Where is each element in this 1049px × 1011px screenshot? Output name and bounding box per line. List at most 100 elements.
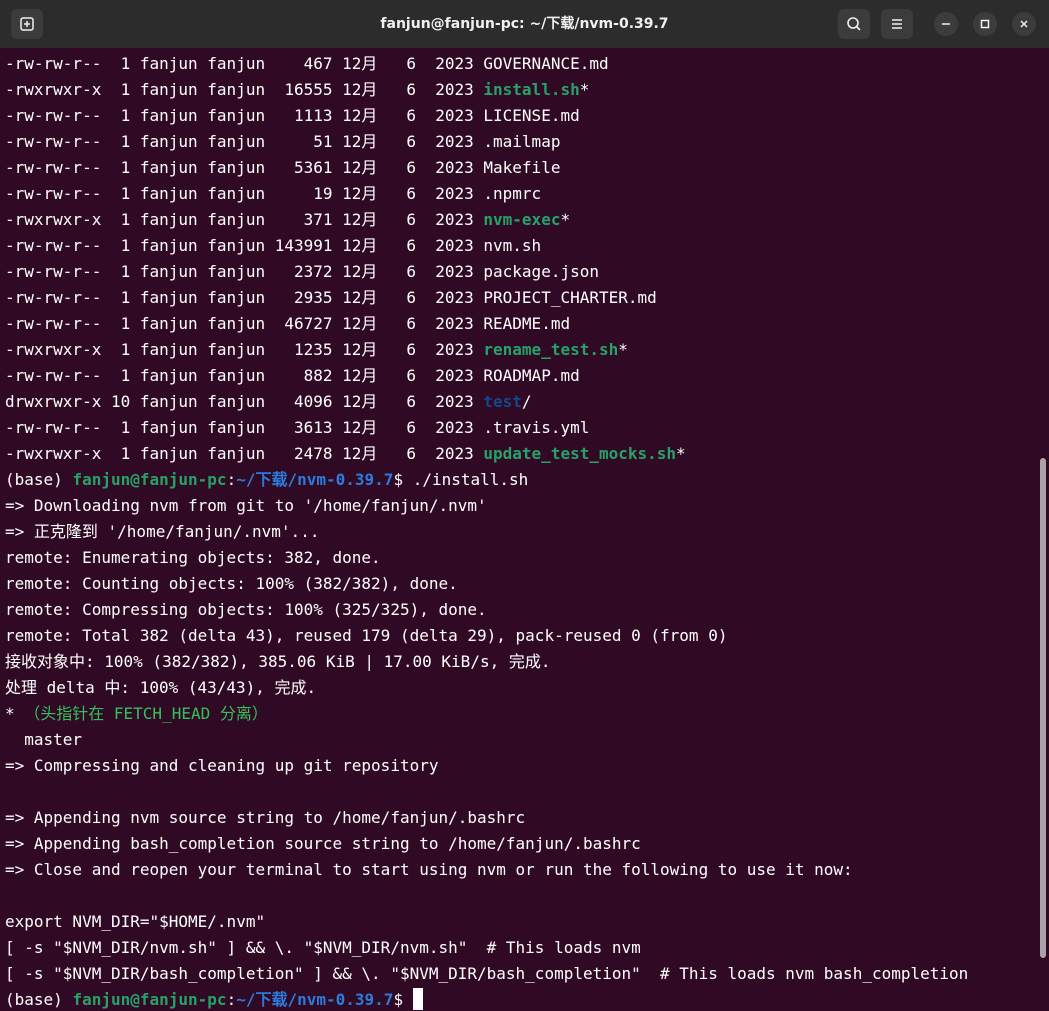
output-line: export NVM_DIR="$HOME/.nvm": [5, 909, 265, 935]
exec-marker: *: [676, 444, 686, 463]
listing-row: -rw-rw-r-- 1 fanjun fanjun 5361 12月 6 20…: [5, 155, 560, 181]
file-name: .npmrc: [483, 184, 542, 203]
listing-meta: -rw-rw-r-- 1 fanjun fanjun 2372 12月 6 20…: [5, 262, 484, 281]
listing-meta: -rw-rw-r-- 1 fanjun fanjun 19 12月 6 2023: [5, 184, 484, 203]
output-text: 接收对象中: 100% (382/382), 385.06 KiB | 17.0…: [5, 652, 551, 671]
terminal-output[interactable]: -rw-rw-r-- 1 fanjun fanjun 467 12月 6 202…: [0, 48, 1049, 1011]
search-icon: [847, 17, 861, 31]
minimize-button[interactable]: [934, 12, 958, 36]
listing-row: drwxrwxr-x 10 fanjun fanjun 4096 12月 6 2…: [5, 389, 532, 415]
maximize-icon: [980, 19, 990, 29]
listing-meta: -rw-rw-r-- 1 fanjun fanjun 51 12月 6 2023: [5, 132, 484, 151]
file-name: GOVERNANCE.md: [483, 54, 609, 73]
output-text: [ -s "$NVM_DIR/bash_completion" ] && \. …: [5, 964, 969, 983]
listing-row: -rw-rw-r-- 1 fanjun fanjun 19 12月 6 2023…: [5, 181, 541, 207]
listing-row: -rw-rw-r-- 1 fanjun fanjun 2935 12月 6 20…: [5, 285, 657, 311]
output-text: => 正克隆到 '/home/fanjun/.nvm'...: [5, 522, 320, 541]
output-text: remote: Total 382 (delta 43), reused 179…: [5, 626, 728, 645]
listing-meta: -rw-rw-r-- 1 fanjun fanjun 46727 12月 6 2…: [5, 314, 484, 333]
output-text: remote: Compressing objects: 100% (325/3…: [5, 600, 487, 619]
prompt-env: (base): [5, 990, 73, 1009]
file-name: PROJECT_CHARTER.md: [483, 288, 657, 307]
listing-meta: -rw-rw-r-- 1 fanjun fanjun 1113 12月 6 20…: [5, 106, 484, 125]
exec-marker: *: [618, 340, 628, 359]
listing-meta: -rw-rw-r-- 1 fanjun fanjun 2935 12月 6 20…: [5, 288, 484, 307]
output-text: => Appending bash_completion source stri…: [5, 834, 641, 853]
listing-meta: -rwxrwxr-x 1 fanjun fanjun 16555 12月 6 2…: [5, 80, 484, 99]
output-line: remote: Compressing objects: 100% (325/3…: [5, 597, 487, 623]
listing-row: -rw-rw-r-- 1 fanjun fanjun 143991 12月 6 …: [5, 233, 541, 259]
terminal-window: fanjun@fanjun-pc: ~/下载/nvm-0.39.7 -rw-rw…: [0, 0, 1049, 1011]
prompt-env: (base): [5, 470, 73, 489]
command-text: ./install.sh: [412, 470, 529, 489]
dir-marker: /: [521, 392, 532, 411]
file-name: rename_test.sh: [483, 340, 619, 359]
hamburger-menu-icon: [892, 19, 902, 29]
output-text: remote: Counting objects: 100% (382/382)…: [5, 574, 458, 593]
prompt-dollar: $: [393, 470, 413, 489]
output-line: => Downloading nvm from git to '/home/fa…: [5, 493, 487, 519]
output-line: 处理 delta 中: 100% (43/43), 完成.: [5, 675, 316, 701]
file-name: nvm.sh: [483, 236, 542, 255]
prompt-path: ~/下载/nvm-0.39.7: [236, 470, 394, 489]
detached-head-text: （头指针在 FETCH_HEAD 分离）: [24, 704, 268, 723]
file-name: .mailmap: [483, 132, 561, 151]
file-name: package.json: [483, 262, 599, 281]
listing-row: -rw-rw-r-- 1 fanjun fanjun 467 12月 6 202…: [5, 51, 609, 77]
output-text: master: [5, 730, 83, 749]
close-icon: [1020, 20, 1028, 28]
prompt-colon: :: [226, 990, 237, 1009]
listing-row: -rw-rw-r-- 1 fanjun fanjun 51 12月 6 2023…: [5, 129, 560, 155]
file-name: test: [483, 392, 522, 411]
file-name: Makefile: [483, 158, 561, 177]
output-line: => 正克隆到 '/home/fanjun/.nvm'...: [5, 519, 319, 545]
file-name: nvm-exec: [483, 210, 561, 229]
output-line: remote: Counting objects: 100% (382/382)…: [5, 571, 458, 597]
listing-meta: -rw-rw-r-- 1 fanjun fanjun 5361 12月 6 20…: [5, 158, 484, 177]
listing-row: -rwxrwxr-x 1 fanjun fanjun 1235 12月 6 20…: [5, 337, 628, 363]
output-text: => Compressing and cleaning up git repos…: [5, 756, 439, 775]
maximize-button[interactable]: [973, 12, 997, 36]
listing-row: -rw-rw-r-- 1 fanjun fanjun 2372 12月 6 20…: [5, 259, 599, 285]
listing-row: -rw-rw-r-- 1 fanjun fanjun 882 12月 6 202…: [5, 363, 580, 389]
output-text: [ -s "$NVM_DIR/nvm.sh" ] && \. "$NVM_DIR…: [5, 938, 641, 957]
output-line: * （头指针在 FETCH_HEAD 分离）: [5, 701, 268, 727]
exec-marker: *: [579, 80, 590, 99]
file-name: update_test_mocks.sh: [483, 444, 677, 463]
output-line: [ -s "$NVM_DIR/bash_completion" ] && \. …: [5, 961, 968, 987]
listing-meta: -rw-rw-r-- 1 fanjun fanjun 3613 12月 6 20…: [5, 418, 484, 437]
search-button[interactable]: [838, 9, 870, 39]
text-cursor[interactable]: [412, 988, 423, 1010]
prompt-dollar: $: [393, 990, 413, 1009]
file-name: ROADMAP.md: [483, 366, 580, 385]
output-text: 处理 delta 中: 100% (43/43), 完成.: [5, 678, 317, 697]
current-prompt: (base) fanjun@fanjun-pc:~/下载/nvm-0.39.7$: [5, 987, 423, 1011]
listing-meta: -rw-rw-r-- 1 fanjun fanjun 143991 12月 6 …: [5, 236, 484, 255]
file-name: .travis.yml: [483, 418, 590, 437]
output-line: => Appending bash_completion source stri…: [5, 831, 641, 857]
output-line: master: [5, 727, 82, 753]
listing-meta: -rwxrwxr-x 1 fanjun fanjun 371 12月 6 202…: [5, 210, 484, 229]
menu-button[interactable]: [881, 9, 913, 39]
command-line: (base) fanjun@fanjun-pc:~/下载/nvm-0.39.7$…: [5, 467, 528, 493]
terminal-scrollbar[interactable]: [1040, 458, 1046, 958]
listing-row: -rwxrwxr-x 1 fanjun fanjun 16555 12月 6 2…: [5, 77, 589, 103]
prompt-user-host: fanjun@fanjun-pc: [72, 990, 227, 1009]
minimize-icon: [942, 23, 950, 25]
close-button[interactable]: [1012, 12, 1036, 36]
output-text: => Downloading nvm from git to '/home/fa…: [5, 496, 487, 515]
output-line: 接收对象中: 100% (382/382), 385.06 KiB | 17.0…: [5, 649, 550, 675]
title-bar[interactable]: fanjun@fanjun-pc: ~/下载/nvm-0.39.7: [0, 0, 1049, 48]
listing-row: -rw-rw-r-- 1 fanjun fanjun 3613 12月 6 20…: [5, 415, 589, 441]
listing-row: -rwxrwxr-x 1 fanjun fanjun 2478 12月 6 20…: [5, 441, 686, 467]
output-text: => Close and reopen your terminal to sta…: [5, 860, 853, 879]
prompt-colon: :: [226, 470, 237, 489]
output-line: => Compressing and cleaning up git repos…: [5, 753, 438, 779]
file-name: README.md: [483, 314, 571, 333]
prompt-path: ~/下载/nvm-0.39.7: [236, 990, 394, 1009]
output-text: => Appending nvm source string to /home/…: [5, 808, 526, 827]
output-text: export NVM_DIR="$HOME/.nvm": [5, 912, 266, 931]
listing-meta: drwxrwxr-x 10 fanjun fanjun 4096 12月 6 2…: [5, 392, 484, 411]
output-text: remote: Enumerating objects: 382, done.: [5, 548, 381, 567]
output-line: remote: Enumerating objects: 382, done.: [5, 545, 381, 571]
